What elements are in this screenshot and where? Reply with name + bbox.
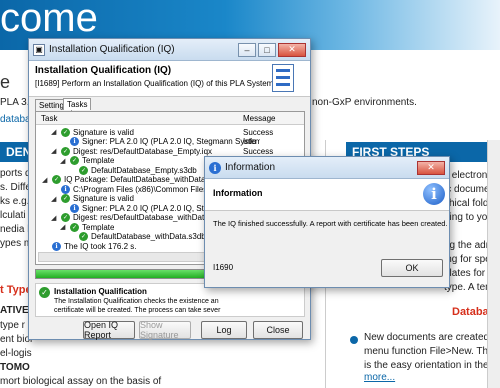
- tree-header: Task Message: [36, 112, 304, 125]
- summary-panel: ✓ Installation Qualification The Install…: [35, 283, 305, 317]
- bg-text-line: type r: [0, 320, 26, 331]
- bg-text-line: menu function File>New. The Navi: [364, 346, 500, 357]
- info-dialog: i Information ✕ Information i The IQ fin…: [204, 156, 450, 288]
- bg-text-line: el-logis: [0, 348, 32, 359]
- info-message: The IQ finished successfully. A report w…: [213, 219, 448, 228]
- bg-tagline: non-GxP environments.: [312, 97, 417, 108]
- info-close-button[interactable]: ✕: [417, 160, 445, 175]
- success-check-icon: ✓: [39, 287, 50, 298]
- info-header-panel: Information i: [205, 179, 449, 211]
- bg-text-line: s. Diffe: [0, 182, 31, 193]
- more-link[interactable]: more...: [364, 372, 395, 383]
- summary-line: The Installation Qualification checks th…: [54, 298, 219, 305]
- bg-text-line: s electroni: [444, 170, 490, 181]
- bg-text-line: databa: [0, 114, 31, 125]
- open-iq-report-button[interactable]: Open IQ Report: [83, 320, 135, 340]
- bg-text-line: New documents are created by cal: [364, 332, 500, 343]
- close-button[interactable]: Close: [253, 321, 303, 339]
- bg-red-heading: t Type: [0, 284, 32, 296]
- tree-row-text: The IQ took 176.2 s.: [64, 241, 137, 251]
- info-heading: Information: [213, 188, 263, 198]
- column-task[interactable]: Task: [41, 114, 57, 123]
- iq-header-panel: Installation Qualification (IQ) [I1689] …: [29, 61, 310, 97]
- welcome-title: come: [0, 0, 98, 40]
- app-icon: ▣: [33, 43, 45, 56]
- bg-text-line: mort biological assay on the basis of: [0, 376, 162, 387]
- column-message[interactable]: Message: [243, 114, 275, 123]
- bg-text-line: ks e.g.: [0, 196, 30, 207]
- info-code: I1690: [213, 263, 234, 272]
- checklist-icon: [272, 64, 294, 92]
- bg-text-line: plates for s: [444, 268, 493, 279]
- log-button[interactable]: Log: [201, 321, 247, 339]
- bg-text-line: TOMO: [0, 362, 30, 373]
- summary-line: certificate will be created. The process…: [54, 307, 221, 314]
- minimize-button[interactable]: –: [238, 42, 256, 57]
- iq-subtitle: [I1689] Perform an Installation Qualific…: [35, 79, 276, 88]
- iq-window-title: Installation Qualification (IQ): [49, 44, 175, 55]
- maximize-button[interactable]: □: [258, 42, 276, 57]
- info-small-icon: i: [209, 161, 221, 174]
- information-icon: i: [423, 183, 445, 205]
- iq-titlebar: ▣ Installation Qualification (IQ) – □ ✕: [29, 39, 310, 61]
- bg-heading-left: e: [0, 72, 11, 92]
- tab-tasks[interactable]: Tasks: [63, 98, 92, 110]
- page-scrollbar[interactable]: [487, 140, 500, 388]
- bullet-icon: [350, 336, 358, 344]
- bg-text-line: is the easy orientation in the d: [364, 360, 497, 371]
- info-icon: i: [52, 241, 61, 251]
- iq-heading: Installation Qualification (IQ): [35, 65, 172, 76]
- close-window-button[interactable]: ✕: [278, 42, 306, 57]
- info-titlebar: i Information ✕: [205, 157, 449, 179]
- bg-text-line: ing for spe: [444, 254, 491, 265]
- info-dialog-title: Information: [225, 162, 276, 173]
- bg-text-line: lculati: [0, 210, 26, 221]
- ok-button[interactable]: OK: [381, 259, 443, 277]
- summary-title: Installation Qualification: [54, 287, 147, 296]
- bg-text-line: ports d: [0, 168, 31, 179]
- welcome-tagline: [300, 10, 303, 22]
- show-signature-button[interactable]: Show Signature: [139, 320, 191, 340]
- bg-text-line: ATIVE: [0, 305, 29, 316]
